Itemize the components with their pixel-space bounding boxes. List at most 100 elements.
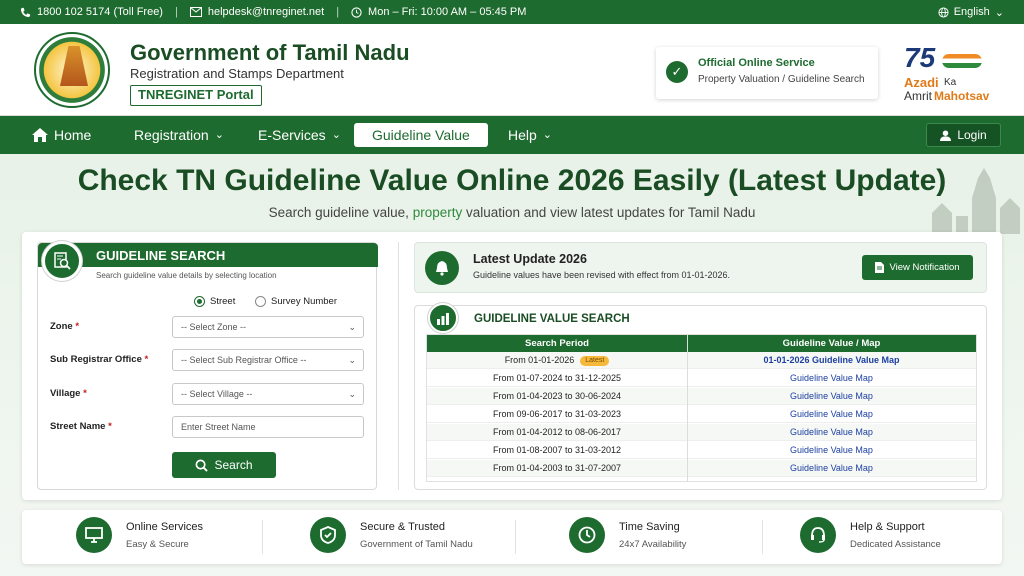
period-cell: From 01-08-2007 to 31-03-2012 — [492, 445, 622, 455]
zone-label: Zone * — [50, 321, 80, 332]
zone-select[interactable]: -- Select Zone -- ⌄ — [172, 316, 364, 338]
shield-icon — [310, 517, 346, 553]
village-label: Village * — [50, 388, 87, 399]
period-cell: From 01-07-2024 to 31-12-2025 — [492, 373, 622, 383]
table-row: From 01-04-2012 to 08-06-2017 Guideline V… — [427, 424, 976, 441]
monitor-icon — [76, 517, 112, 553]
top-info-bar: 1800 102 5174 (Toll Free) | helpdesk@tnr… — [0, 0, 1024, 24]
phone-icon — [20, 7, 31, 17]
guideline-map-link[interactable]: Guideline Value Map — [687, 409, 976, 419]
table-row: From 01-04-2023 to 30-06-2024 Guideline V… — [427, 388, 976, 405]
radio-street[interactable]: Street — [194, 296, 235, 307]
search-button[interactable]: Search — [172, 452, 276, 478]
latest-badge: Latest — [580, 355, 610, 366]
value-card-title: GUIDELINE VALUE SEARCH — [474, 313, 630, 325]
mail-icon — [189, 7, 202, 17]
email-info[interactable]: helpdesk@tnreginet.net — [189, 6, 324, 18]
globe-icon — [938, 6, 949, 18]
radio-selected-icon — [194, 296, 205, 307]
search-card-title: GUIDELINE SEARCH — [96, 248, 226, 263]
nav-registration-label: Registration — [134, 127, 209, 143]
nav-guideline-value[interactable]: Guideline Value — [354, 123, 488, 147]
department-name: Registration and Stamps Department — [130, 66, 344, 81]
guideline-map-link[interactable]: Guideline Value Map — [687, 427, 976, 437]
chevron-down-icon: ⌄ — [542, 129, 553, 141]
tamil-nadu-emblem — [34, 32, 110, 108]
search-icon — [196, 459, 209, 472]
page-title: Check TN Guideline Value Online 2026 Eas… — [77, 164, 947, 197]
clock-icon — [569, 517, 605, 553]
phone-info[interactable]: 1800 102 5174 (Toll Free) — [20, 6, 163, 18]
view-notification-label: View Notification — [889, 262, 960, 273]
street-name-input[interactable]: Enter Street Name — [172, 416, 364, 438]
chevron-down-icon: ⌄ — [348, 322, 356, 332]
site-title: Government of Tamil Nadu — [130, 40, 410, 65]
nav-eservices-label: E-Services — [258, 127, 326, 143]
login-button[interactable]: Login — [926, 123, 1001, 147]
divider: | — [336, 6, 340, 18]
login-label: Login — [957, 128, 987, 142]
table-row: From 01-01-2026 Latest 01-01-2026 Guidelin… — [427, 352, 976, 369]
document-icon — [875, 262, 885, 273]
site-header: Government of Tamil Nadu Registration an… — [0, 24, 1024, 116]
feature-secure-trusted: Secure & Trusted Government of Tamil Nadu — [310, 517, 473, 553]
nav-help[interactable]: Help ⌄ — [508, 123, 552, 147]
chevron-down-icon: ⌄ — [348, 355, 356, 365]
table-row: From 01-04-2003 to 31-07-2007 Guideline V… — [427, 460, 976, 477]
table-row: From 01-08-2007 to 31-03-2012 Guideline V… — [427, 442, 976, 459]
table-row: From 01-07-2024 to 31-12-2025 Guideline V… — [427, 370, 976, 387]
guideline-search-card: GUIDELINE SEARCH Search guideline value … — [37, 241, 378, 490]
radio-survey-number[interactable]: Survey Number — [255, 296, 337, 307]
guideline-map-link[interactable]: Guideline Value Map — [687, 391, 976, 401]
user-icon — [940, 129, 952, 141]
portal-badge: TNREGINET Portal — [130, 85, 262, 106]
search-card-header: GUIDELINE SEARCH — [38, 243, 378, 267]
period-cell: From 01-04-2003 to 31-07-2007 — [492, 463, 622, 473]
service-title: Official Online Service — [698, 57, 815, 69]
guideline-map-link[interactable]: Guideline Value Map — [687, 373, 976, 383]
latest-update-card: Latest Update 2026 Guideline values have… — [414, 242, 987, 293]
temple-tower-graphic — [60, 46, 88, 86]
guideline-map-link[interactable]: Guideline Value Map — [687, 463, 976, 473]
period-cell: From 01-04-2023 to 30-06-2024 — [492, 391, 622, 401]
street-name-label: Street Name * — [50, 421, 112, 432]
bar-chart-icon — [428, 303, 458, 333]
nav-home[interactable]: Home — [32, 123, 91, 147]
guideline-map-link[interactable]: Guideline Value Map — [687, 445, 976, 455]
headset-icon — [800, 517, 836, 553]
guideline-value-table: Search Period Guideline Value / Map From… — [426, 334, 977, 482]
office-hours: Mon – Fri: 10:00 AM – 05:45 PM — [368, 6, 527, 18]
update-title: Latest Update 2026 — [473, 252, 587, 266]
feature-time-saving: Time Saving 24x7 Availability — [569, 517, 686, 553]
sub-registrar-label: Sub Registrar Office * — [50, 354, 149, 365]
chevron-down-icon: ⌄ — [348, 389, 356, 399]
update-text: Guideline values have been revised with … — [473, 270, 730, 280]
azadi-ka-amrit-mahotsav-logo: 75 Azadi Ka Amrit Mahotsav — [904, 42, 990, 103]
features-bar: Online Services Easy & Secure Secure & Tr… — [22, 510, 1002, 564]
language-selector[interactable]: English ⌄ — [938, 6, 1004, 19]
guideline-map-link[interactable]: 01-01-2026 Guideline Value Map — [687, 355, 976, 365]
table-header: Search Period Guideline Value / Map — [427, 335, 976, 352]
nav-eservices[interactable]: E-Services ⌄ — [258, 123, 341, 147]
official-service-card: ✓ Official Online Service Property Valua… — [656, 47, 878, 99]
guideline-value-search-card: GUIDELINE VALUE SEARCH Search Period Gui… — [414, 303, 987, 490]
nav-home-label: Home — [54, 127, 92, 143]
period-cell: From 09-06-2017 to 31-03-2023 — [492, 409, 622, 419]
phone-number: 1800 102 5174 (Toll Free) — [37, 6, 163, 18]
period-cell: From 01-01-2026 Latest — [427, 355, 687, 366]
period-cell: From 01-04-2012 to 08-06-2017 — [492, 427, 622, 437]
sub-registrar-select[interactable]: -- Select Sub Registrar Office -- ⌄ — [172, 349, 364, 371]
hours-info: Mon – Fri: 10:00 AM – 05:45 PM — [351, 6, 526, 18]
nav-help-label: Help — [508, 127, 537, 143]
main-navigation: Home Registration ⌄ E-Services ⌄ Guideli… — [0, 116, 1024, 154]
nav-registration[interactable]: Registration ⌄ — [134, 123, 224, 147]
chevron-down-icon: ⌄ — [331, 129, 341, 141]
chevron-down-icon: ⌄ — [994, 6, 1004, 19]
clock-icon — [351, 6, 362, 18]
radio-unselected-icon — [255, 296, 266, 307]
village-select[interactable]: -- Select Village -- ⌄ — [172, 383, 364, 405]
column-divider — [687, 335, 688, 481]
document-search-icon — [42, 241, 82, 281]
search-card-description: Search guideline value details by select… — [96, 271, 277, 280]
view-notification-button[interactable]: View Notification — [862, 255, 973, 280]
